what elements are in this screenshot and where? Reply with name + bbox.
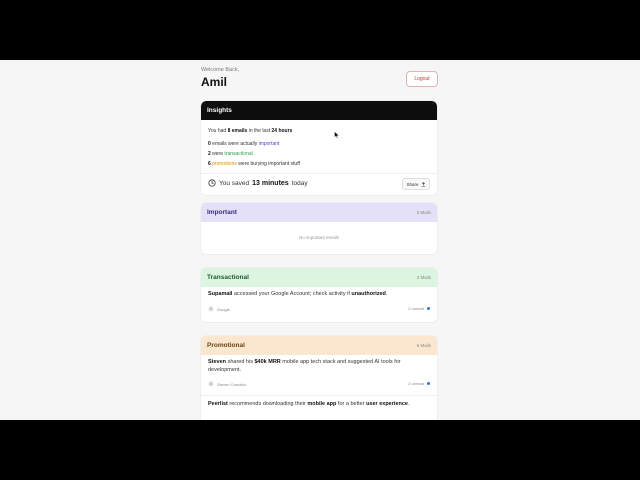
insights-important-line: 0 emails were actually important xyxy=(208,141,280,147)
google-avatar-icon: G xyxy=(208,306,214,312)
unread-dot-icon xyxy=(427,307,430,310)
mail-item[interactable]: Peerlist recommends downloading their mo… xyxy=(201,400,437,408)
important-header[interactable]: Important 0 Mails xyxy=(201,203,437,222)
share-icon xyxy=(421,181,425,187)
promotional-header[interactable]: Promotional 6 Mails xyxy=(201,336,437,355)
transactional-count: 2 Mails xyxy=(416,275,431,280)
time-saved: You saved 13 minutes today xyxy=(208,179,308,187)
app-page: Welcome Back, Amil Logout Insights You h… xyxy=(0,60,640,420)
insights-transactional-line: 2 were transactional xyxy=(208,151,253,157)
share-button[interactable]: Share xyxy=(402,178,430,190)
promotional-count: 6 Mails xyxy=(416,343,431,348)
sender-avatar-icon: S xyxy=(208,381,214,387)
promotional-title: Promotional xyxy=(207,342,245,349)
clock-icon xyxy=(208,179,216,187)
transactional-title: Transactional xyxy=(207,274,249,281)
unread-indicator: 2 unread xyxy=(408,381,430,386)
mail-divider xyxy=(201,395,437,396)
mail-snippet: Steven shared his $40k MRR mobile app te… xyxy=(208,359,401,373)
welcome-text: Welcome Back, xyxy=(201,67,240,73)
transactional-card: Transactional 2 Mails Supamail accessed … xyxy=(201,268,437,322)
important-title: Important xyxy=(207,209,237,216)
transactional-header[interactable]: Transactional 2 Mails xyxy=(201,268,437,287)
insights-header: Insights xyxy=(201,101,437,120)
important-count: 0 Mails xyxy=(416,210,431,215)
mail-sender: G Google xyxy=(208,306,230,312)
logout-button[interactable]: Logout xyxy=(406,71,438,87)
mouse-cursor-icon xyxy=(334,131,340,139)
promotional-card: Promotional 6 Mails Steven shared his $4… xyxy=(201,336,437,420)
insights-summary: You had 8 emails in the last 24 hours xyxy=(208,128,293,134)
insights-promotional-line: 6 promotions were burying important stuf… xyxy=(208,161,300,167)
mail-item[interactable]: Steven shared his $40k MRR mobile app te… xyxy=(201,355,437,395)
mail-sender: S Steven Cravotta xyxy=(208,381,246,387)
insights-card: Insights You had 8 emails in the last 24… xyxy=(201,101,437,195)
important-empty-text: No important emails xyxy=(298,235,339,240)
unread-dot-icon xyxy=(427,382,430,385)
insights-divider xyxy=(201,173,437,174)
user-name: Amil xyxy=(201,75,228,89)
important-card: Important 0 Mails No important emails xyxy=(201,203,437,254)
mail-item[interactable]: Supamail accessed your Google Account; c… xyxy=(201,287,437,322)
unread-indicator: 2 unread xyxy=(408,306,430,311)
mail-snippet: Supamail accessed your Google Account; c… xyxy=(208,291,388,297)
mail-snippet: Peerlist recommends downloading their mo… xyxy=(208,401,410,407)
insights-title: Insights xyxy=(207,107,232,114)
